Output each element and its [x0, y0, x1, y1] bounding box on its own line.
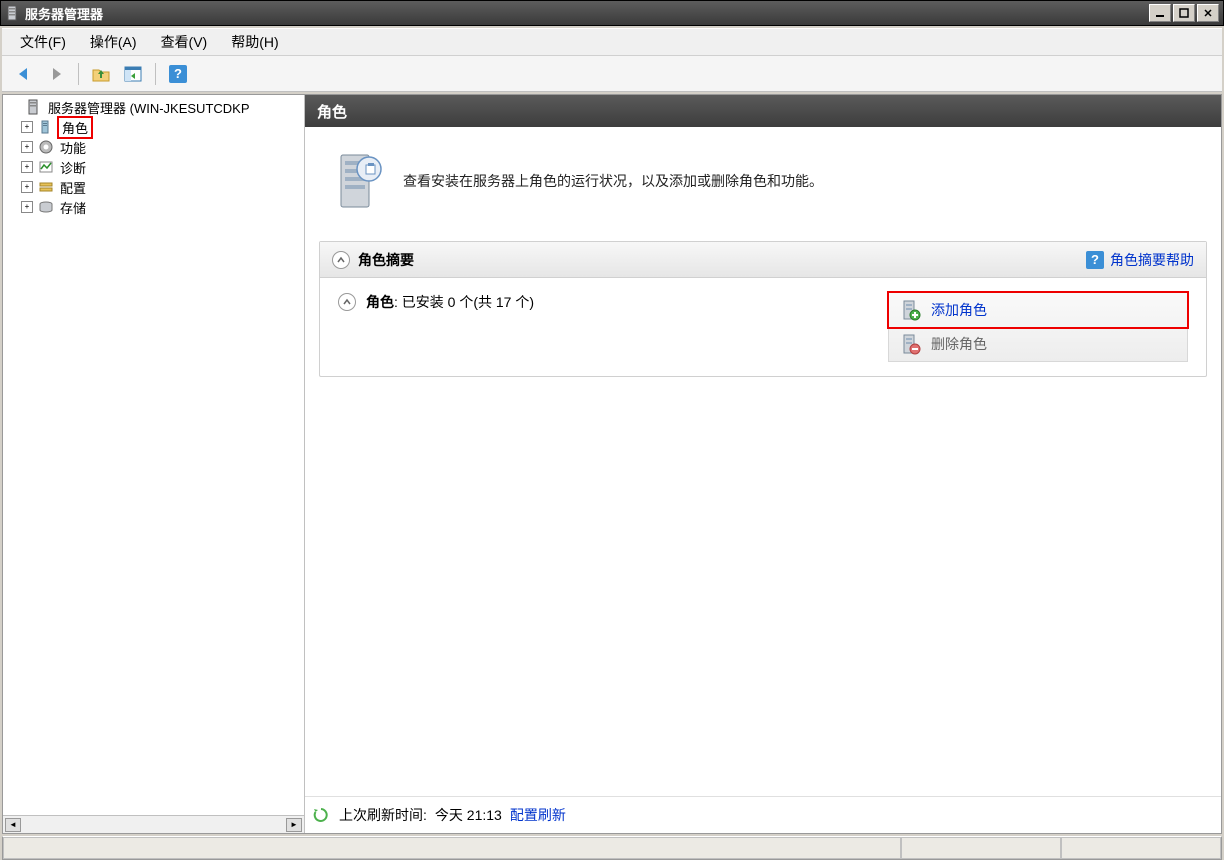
tree-item-config-label: 配置 — [57, 178, 89, 197]
tree-expander[interactable]: + — [21, 161, 33, 173]
remove-role-button[interactable]: 删除角色 — [889, 327, 1187, 361]
window-controls — [1147, 4, 1219, 22]
section-roles-summary: 角色摘要 ? 角色摘要帮助 角色 : 已安装 0 个(共 17 个) — [319, 241, 1207, 377]
tree-item-config[interactable]: + 配置 — [3, 177, 304, 197]
maximize-button[interactable] — [1173, 4, 1195, 22]
status-cell — [1061, 837, 1221, 859]
tree-item-features-label: 功能 — [57, 138, 89, 157]
server-manager-icon — [25, 99, 43, 115]
help-icon: ? — [169, 65, 187, 83]
tree-expander[interactable]: + — [21, 141, 33, 153]
section-header: 角色摘要 ? 角色摘要帮助 — [320, 242, 1206, 278]
window-title: 服务器管理器 — [25, 4, 1147, 23]
tree-item-diagnostics-label: 诊断 — [57, 158, 89, 177]
tree-content: 服务器管理器 (WIN-JKESUTCDKP + 角色 + 功能 + — [3, 95, 304, 815]
toolbar-separator — [155, 63, 156, 85]
up-folder-button[interactable] — [87, 60, 115, 88]
add-role-label: 添加角色 — [931, 300, 987, 320]
refresh-status-line: 上次刷新时间: 今天 21:13 配置刷新 — [305, 796, 1221, 833]
show-hide-tree-button[interactable] — [119, 60, 147, 88]
roles-icon — [37, 119, 55, 135]
roles-actions: 添加角色 — [888, 292, 1188, 362]
back-button[interactable] — [10, 60, 38, 88]
status-cell — [901, 837, 1061, 859]
tree-horizontal-scrollbar[interactable]: ◄ ► — [3, 815, 304, 833]
content-header-title: 角色 — [317, 101, 347, 122]
tree-item-diagnostics[interactable]: + 诊断 — [3, 157, 304, 177]
toolbar: ? — [2, 56, 1222, 92]
scroll-left-arrow[interactable]: ◄ — [5, 818, 21, 832]
collapse-icon[interactable] — [332, 251, 350, 269]
content-body: 查看安装在服务器上角色的运行状况，以及添加或删除角色和功能。 角色摘要 ? 角色… — [305, 127, 1221, 796]
tree-root[interactable]: 服务器管理器 (WIN-JKESUTCDKP — [3, 97, 304, 117]
server-manager-icon — [5, 5, 21, 21]
config-icon — [37, 179, 55, 195]
tree-expander-empty — [5, 101, 21, 113]
last-refresh-value: 今天 21:13 — [435, 805, 502, 825]
refresh-icon — [311, 805, 331, 825]
minimize-button[interactable] — [1149, 4, 1171, 22]
section-title: 角色摘要 — [358, 250, 1086, 270]
remove-role-label: 删除角色 — [931, 334, 987, 354]
tree-item-features[interactable]: + 功能 — [3, 137, 304, 157]
toolbar-separator — [78, 63, 79, 85]
menu-view[interactable]: 查看(V) — [149, 28, 220, 56]
add-role-button[interactable]: 添加角色 — [889, 293, 1187, 327]
menu-file[interactable]: 文件(F) — [8, 28, 78, 56]
close-button[interactable] — [1197, 4, 1219, 22]
tree-root-label: 服务器管理器 (WIN-JKESUTCDKP — [45, 98, 253, 117]
roles-status: : 已安装 0 个(共 17 个) — [394, 292, 534, 312]
workspace: 服务器管理器 (WIN-JKESUTCDKP + 角色 + 功能 + — [2, 94, 1222, 834]
collapse-icon[interactable] — [338, 293, 356, 311]
menu-help[interactable]: 帮助(H) — [219, 28, 290, 56]
content-panel: 角色 查看安装在服务器上角色的运行状况，以及添加或删除角色和 — [305, 95, 1221, 833]
last-refresh-label: 上次刷新时间: — [339, 805, 427, 825]
tree-panel: 服务器管理器 (WIN-JKESUTCDKP + 角色 + 功能 + — [3, 95, 305, 833]
tree-item-storage[interactable]: + 存储 — [3, 197, 304, 217]
content-header: 角色 — [305, 95, 1221, 127]
help-link-label: 角色摘要帮助 — [1110, 250, 1194, 270]
server-large-icon — [331, 149, 385, 213]
roles-label: 角色 — [366, 292, 394, 312]
status-cell — [3, 837, 901, 859]
menu-bar: 文件(F) 操作(A) 查看(V) 帮助(H) — [2, 28, 1222, 56]
sub-row-roles: 角色 : 已安装 0 个(共 17 个) — [320, 278, 1206, 376]
tree-expander[interactable]: + — [21, 121, 33, 133]
tree-item-roles[interactable]: + 角色 — [3, 117, 304, 137]
remove-role-icon — [899, 333, 921, 355]
tree-item-roles-label: 角色 — [57, 116, 93, 139]
scroll-right-arrow[interactable]: ► — [286, 818, 302, 832]
title-bar: 服务器管理器 — [0, 0, 1224, 26]
features-icon — [37, 139, 55, 155]
tree-item-storage-label: 存储 — [57, 198, 89, 217]
intro-row: 查看安装在服务器上角色的运行状况，以及添加或删除角色和功能。 — [319, 141, 1207, 237]
tree-expander[interactable]: + — [21, 181, 33, 193]
roles-info: 角色 : 已安装 0 个(共 17 个) — [338, 292, 880, 312]
status-bar — [2, 836, 1222, 860]
tree-expander[interactable]: + — [21, 201, 33, 213]
add-role-icon — [899, 299, 921, 321]
help-icon: ? — [1086, 251, 1104, 269]
help-link[interactable]: ? 角色摘要帮助 — [1086, 250, 1194, 270]
storage-icon — [37, 199, 55, 215]
intro-text: 查看安装在服务器上角色的运行状况，以及添加或删除角色和功能。 — [403, 171, 823, 191]
help-button[interactable]: ? — [164, 60, 192, 88]
forward-button[interactable] — [42, 60, 70, 88]
configure-refresh-link[interactable]: 配置刷新 — [510, 805, 566, 825]
menu-action[interactable]: 操作(A) — [78, 28, 149, 56]
diagnostics-icon — [37, 159, 55, 175]
